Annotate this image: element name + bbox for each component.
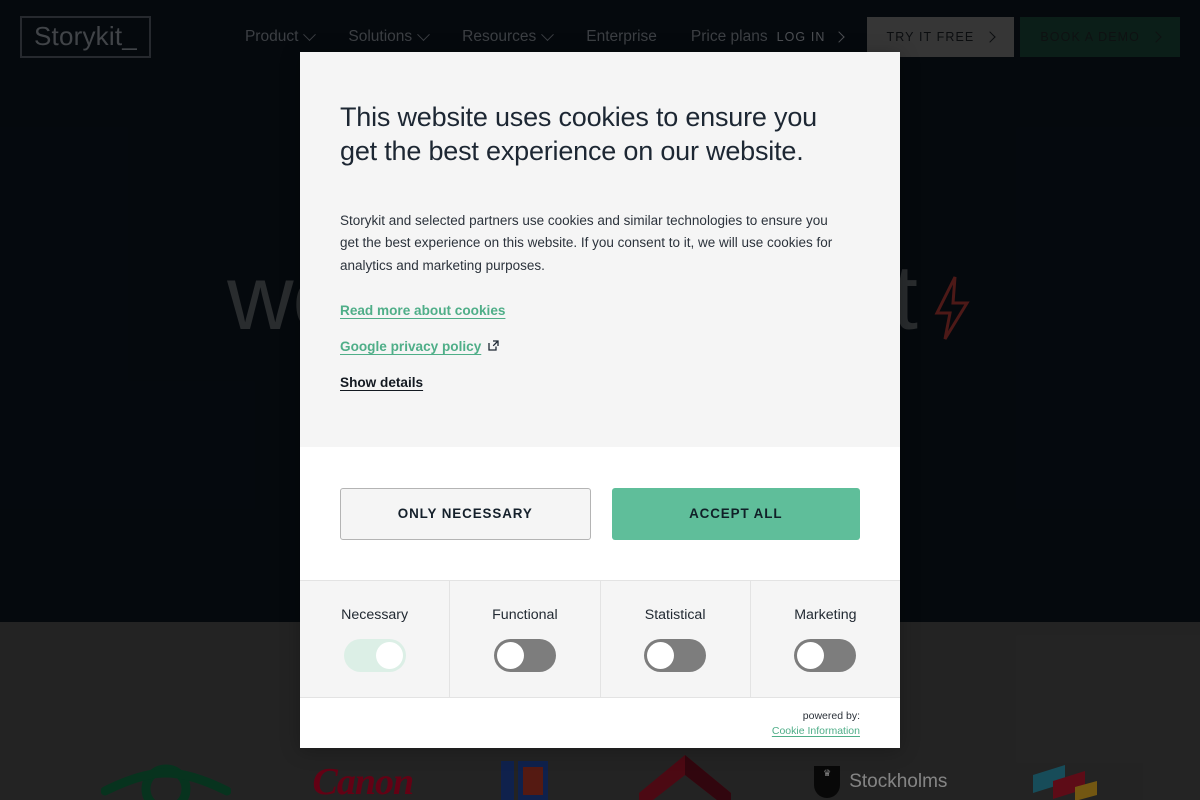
powered-by-label: powered by: [802, 709, 860, 722]
accept-all-button[interactable]: ACCEPT ALL [611, 487, 860, 540]
cookie-category-functional: Functional [450, 581, 601, 697]
cookie-category-necessary-label: Necessary [341, 606, 409, 623]
toggle-knob [375, 641, 403, 669]
cookie-dialog-description: Storykit and selected partners use cooki… [340, 213, 833, 273]
cookie-category-statistical: Statistical [601, 581, 751, 697]
cookie-consent-dialog: This website uses cookies to ensure you … [300, 52, 900, 748]
cookie-dialog-footer: powered by: Cookie Information [300, 698, 900, 748]
cookie-dialog-body: This website uses cookies to ensure you … [300, 52, 900, 447]
page-root: Make video work on a budget All the tool… [0, 0, 1200, 800]
cookie-category-toggles: Necessary Functional Statistical Marketi… [300, 580, 900, 698]
external-link-icon [488, 339, 499, 351]
show-details-link[interactable]: Show details [340, 375, 423, 390]
toggle-necessary [343, 638, 406, 672]
cookie-information-link[interactable]: Cookie Information [772, 725, 860, 737]
toggle-knob [496, 641, 524, 669]
cookie-category-statistical-label: Statistical [644, 606, 706, 623]
cookie-dialog-actions: ONLY NECESSARY ACCEPT ALL [300, 447, 900, 580]
toggle-knob [797, 641, 825, 669]
cookie-category-necessary: Necessary [300, 581, 451, 697]
google-privacy-policy-link[interactable]: Google privacy policy [340, 339, 499, 354]
cookie-category-functional-label: Functional [492, 606, 558, 623]
toggle-marketing[interactable] [794, 638, 857, 672]
cookie-dialog-title: This website uses cookies to ensure you … [340, 102, 817, 167]
cookie-category-marketing: Marketing [751, 581, 900, 697]
toggle-statistical[interactable] [644, 638, 707, 672]
cookie-dialog-links: Read more about cookies Google privacy p… [340, 303, 860, 390]
cookie-category-marketing-label: Marketing [794, 606, 857, 623]
toggle-functional[interactable] [493, 638, 556, 672]
read-more-about-cookies-link[interactable]: Read more about cookies [340, 303, 505, 318]
toggle-knob [647, 641, 675, 669]
only-necessary-button[interactable]: ONLY NECESSARY [340, 487, 591, 540]
